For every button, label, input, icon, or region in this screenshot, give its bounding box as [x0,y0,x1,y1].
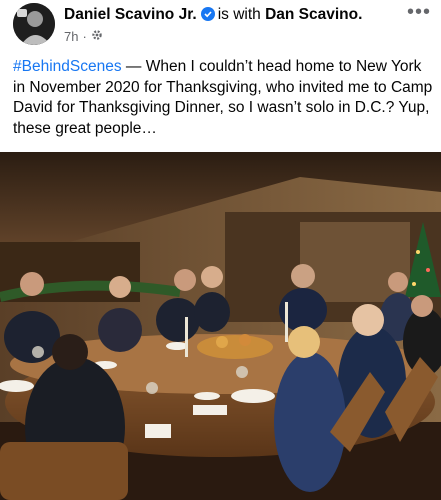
gear-icon[interactable] [91,29,103,44]
hashtag-link[interactable]: #BehindScenes [13,58,122,75]
with-text: is with [217,6,261,23]
author-name[interactable]: Daniel Scavino Jr. [64,6,197,23]
avatar[interactable] [13,3,55,45]
post-header: Daniel Scavino Jr. is with Dan Scavino. 7… [0,0,441,55]
post-photo[interactable] [0,152,441,500]
author-line: Daniel Scavino Jr. is with Dan Scavino. [64,6,362,24]
verified-badge-icon [200,7,215,21]
meta-separator: · [82,29,87,44]
more-options-icon[interactable]: ••• [407,2,431,22]
timestamp[interactable]: 7h [64,29,78,44]
tagged-name[interactable]: Dan Scavino. [265,6,362,23]
post-text: #BehindScenes — When I couldn’t head hom… [13,57,433,139]
post-meta: 7h · [64,29,103,44]
